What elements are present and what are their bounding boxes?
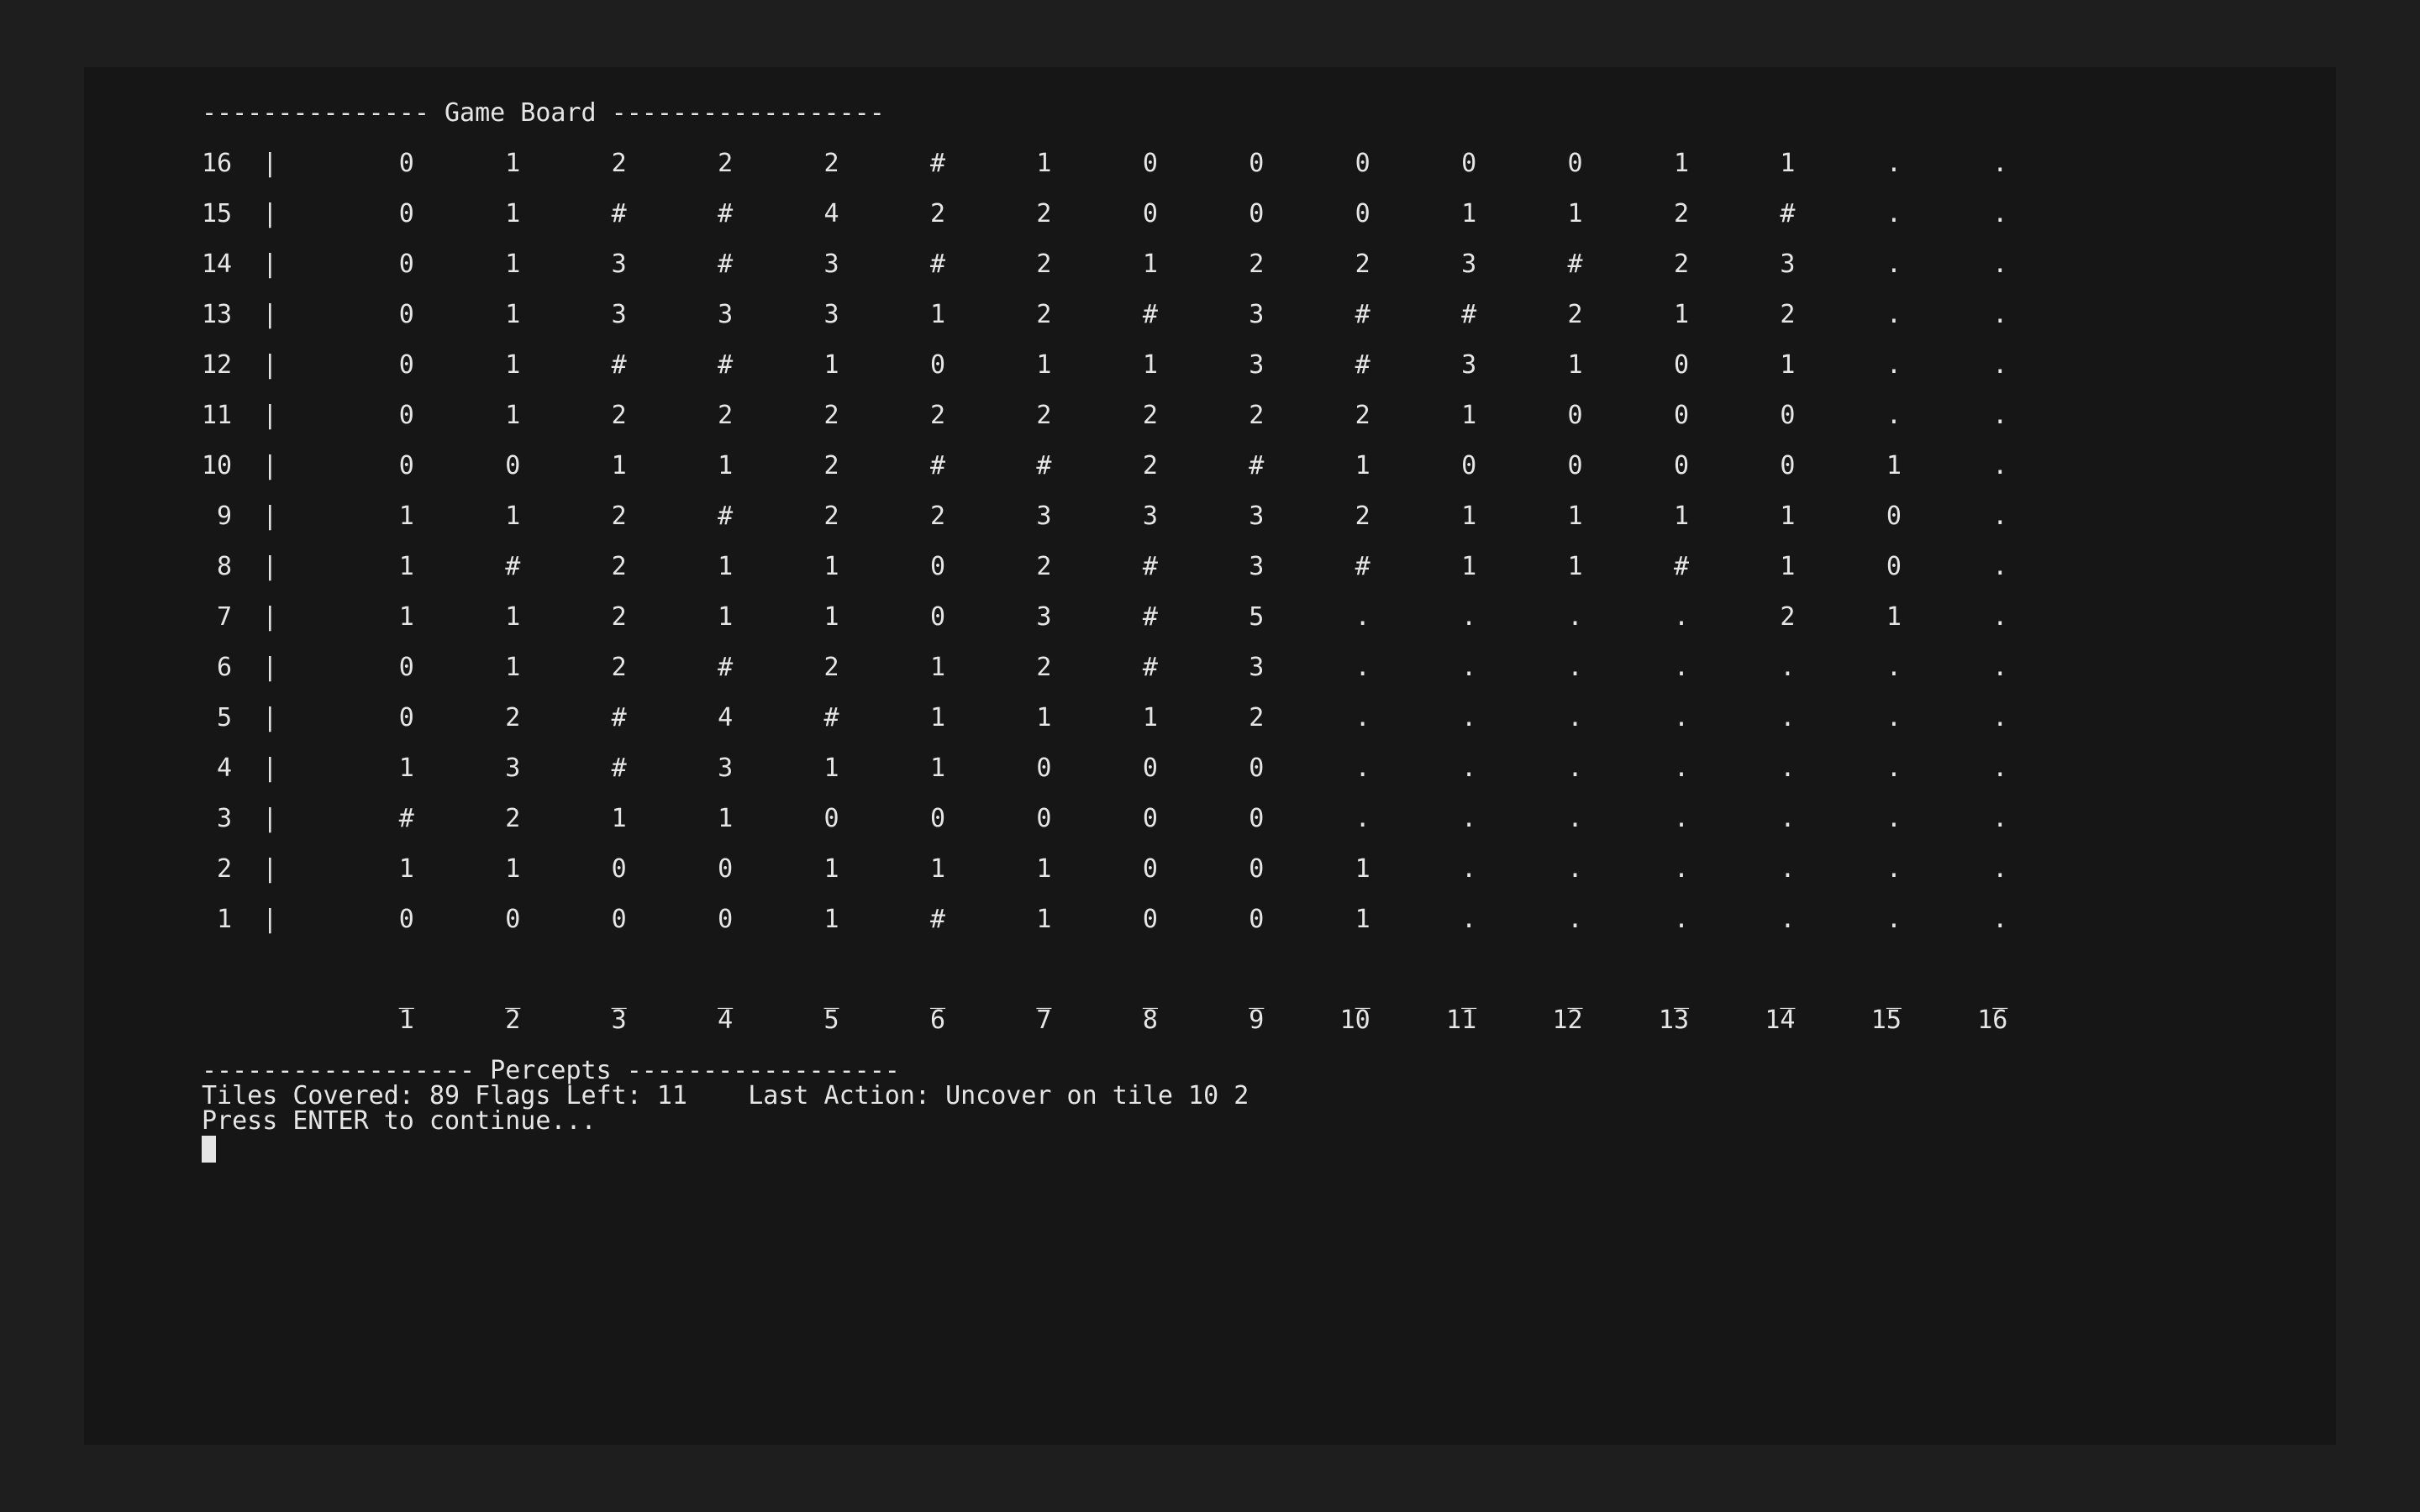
last-action-value: Uncover on tile 10 2 — [945, 1081, 1249, 1110]
column-axis: _ _ _ _ _ _ _ _ _ _ _ _ _ _ _ _ 1 2 3 4 … — [202, 980, 2007, 1035]
board-title: --------------- Game Board -------------… — [202, 98, 885, 128]
flags-left-value: 11 — [657, 1081, 687, 1110]
game-board-rows: 16 | 0 1 2 2 2 # 1 0 0 0 0 0 1 1 . . 15 … — [202, 149, 2007, 934]
cursor-icon — [202, 1136, 216, 1163]
continue-prompt: Press ENTER to continue... — [202, 1106, 597, 1136]
last-action-label: Last Action: — [748, 1081, 930, 1110]
window-frame: --------------- Game Board -------------… — [0, 0, 2420, 1512]
terminal-pane[interactable]: --------------- Game Board -------------… — [84, 67, 2336, 1445]
